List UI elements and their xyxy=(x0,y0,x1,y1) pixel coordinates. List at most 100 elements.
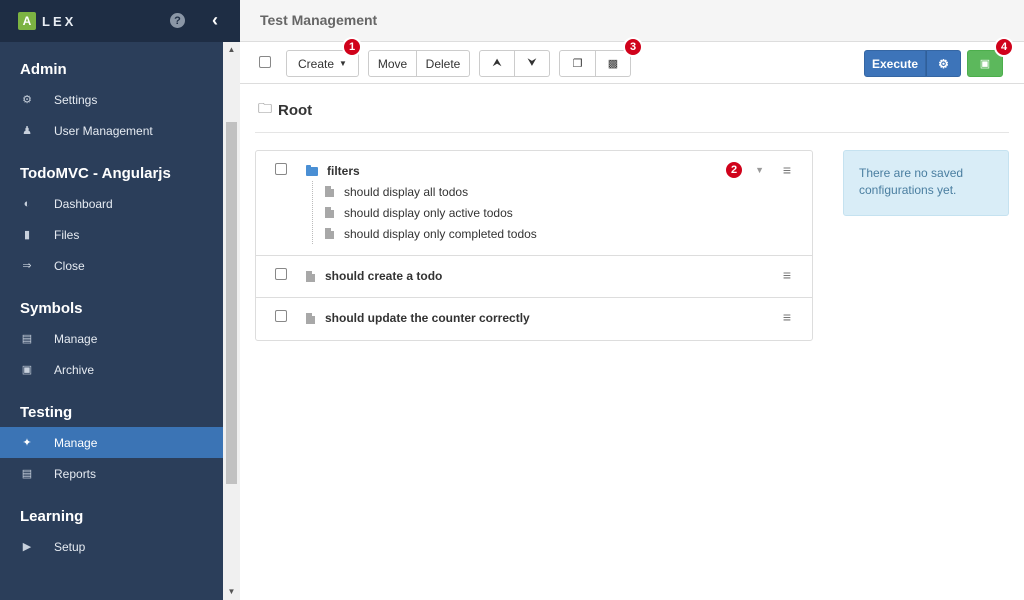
list-item: should create a todo ≡ xyxy=(256,256,812,298)
collapse-sidebar-icon[interactable]: ‹ xyxy=(212,10,218,31)
brand-bar: A LEX ? ‹ xyxy=(0,0,240,42)
list-item: filters 2 ▼ ≡ should display all todos s… xyxy=(256,151,812,256)
row-checkbox[interactable] xyxy=(275,163,287,175)
logo-text: LEX xyxy=(42,13,77,29)
sidebar-item-symbols-manage[interactable]: ▤ Manage xyxy=(0,323,223,354)
sidebar-item-label: Setup xyxy=(54,539,86,554)
download-icon: ⮟ xyxy=(527,57,537,69)
child-test-link[interactable]: should display all todos xyxy=(325,181,537,202)
child-title: should display all todos xyxy=(344,184,469,199)
move-button[interactable]: Move xyxy=(368,50,417,77)
caret-down-icon: ▼ xyxy=(339,59,347,68)
execute-settings-button[interactable]: ⚙ xyxy=(926,50,961,77)
list-icon: ▤ xyxy=(21,468,33,480)
sidebar-item-label: Dashboard xyxy=(54,196,113,211)
file-icon xyxy=(325,207,334,218)
logo-icon: A xyxy=(18,12,36,30)
paste-icon: ▩ xyxy=(607,58,619,70)
sidebar: A LEX ? ‹ Admin ⚙ Settings ♟ User Manage… xyxy=(0,0,240,600)
section-title: TodoMVC - Angularjs xyxy=(20,165,171,182)
help-icon[interactable]: ? xyxy=(170,13,185,28)
child-test-link[interactable]: should display only completed todos xyxy=(325,223,537,244)
sidebar-section-learning: Learning ▶ Setup xyxy=(0,503,223,562)
file-icon xyxy=(325,228,334,239)
divider xyxy=(255,132,1009,133)
row-checkbox[interactable] xyxy=(275,268,287,280)
sidebar-item-label: Archive xyxy=(54,362,95,377)
sidebar-item-settings[interactable]: ⚙ Settings xyxy=(0,84,223,115)
caret-down-icon[interactable]: ▼ xyxy=(755,165,764,175)
play-icon: ▶ xyxy=(22,541,32,553)
file-icon xyxy=(306,270,315,282)
section-title: Admin xyxy=(20,61,67,78)
row-title: should update the counter correctly xyxy=(325,311,530,325)
section-title: Learning xyxy=(20,508,84,525)
sidebar-item-dashboard[interactable]: ◐ Dashboard xyxy=(0,188,223,219)
wrench-icon: ✦ xyxy=(22,437,32,449)
copy-button[interactable]: ❐ xyxy=(559,50,596,77)
sidebar-item-label: Settings xyxy=(54,92,98,107)
test-link[interactable]: should update the counter correctly xyxy=(306,311,530,325)
row-checkbox[interactable] xyxy=(275,310,287,322)
scrollbar-thumb[interactable] xyxy=(226,122,237,484)
sidebar-item-label: Manage xyxy=(54,435,98,450)
page-title: Test Management xyxy=(240,0,1024,42)
child-test-link[interactable]: should display only active todos xyxy=(325,202,537,223)
download-button[interactable]: ⮟ xyxy=(515,50,550,77)
users-icon: ♟ xyxy=(22,125,32,137)
test-tree: filters 2 ▼ ≡ should display all todos s… xyxy=(255,150,813,341)
sign-out-icon: ⇒ xyxy=(22,260,32,272)
file-icon xyxy=(306,312,315,324)
sidebar-item-reports[interactable]: ▤ Reports xyxy=(0,458,223,489)
annotation-badge: 4 xyxy=(994,37,1014,57)
sidebar-item-label: Reports xyxy=(54,466,97,481)
annotation-badge: 1 xyxy=(342,37,362,57)
sidebar-item-setup[interactable]: ▶ Setup xyxy=(0,531,223,562)
sidebar-item-label: Files xyxy=(54,227,80,242)
sidebar-item-files[interactable]: ▮ Files xyxy=(0,219,223,250)
copy-icon: ❐ xyxy=(572,58,583,70)
row-title: filters xyxy=(327,164,360,178)
upload-button[interactable]: ⮝ xyxy=(479,50,515,77)
gear-icon: ⚙ xyxy=(938,56,949,71)
upload-icon: ⮝ xyxy=(492,57,502,69)
child-title: should display only completed todos xyxy=(344,226,537,241)
sidebar-scrollbar[interactable]: ▲ ▼ xyxy=(223,42,240,600)
file-icon xyxy=(325,186,334,197)
folder-icon xyxy=(306,164,318,176)
list-icon: ▤ xyxy=(21,333,33,345)
list-item: should update the counter correctly ≡ xyxy=(256,298,812,340)
sidebar-item-user-management[interactable]: ♟ User Management xyxy=(0,115,223,146)
delete-button[interactable]: Delete xyxy=(417,50,470,77)
menu-icon[interactable]: ≡ xyxy=(783,162,791,178)
section-title: Testing xyxy=(20,404,73,421)
file-icon: ▮ xyxy=(23,229,31,241)
sidebar-nav: Admin ⚙ Settings ♟ User Management TodoM… xyxy=(0,42,223,600)
child-list: should display all todos should display … xyxy=(312,181,537,244)
sidebar-section-testing: Testing ✦ Manage ▤ Reports xyxy=(0,399,223,489)
sidebar-item-close[interactable]: ⇒ Close xyxy=(0,250,223,281)
scroll-up-icon[interactable]: ▲ xyxy=(223,42,240,58)
sidebar-section-admin: Admin ⚙ Settings ♟ User Management xyxy=(0,56,223,146)
sidebar-item-label: User Management xyxy=(54,123,153,138)
sidebar-section-symbols: Symbols ▤ Manage ▣ Archive xyxy=(0,295,223,385)
annotation-badge: 3 xyxy=(623,37,643,57)
test-link[interactable]: should create a todo xyxy=(306,269,442,283)
breadcrumb: 🗀 Root xyxy=(258,98,312,122)
menu-icon[interactable]: ≡ xyxy=(783,267,791,283)
annotation-badge: 2 xyxy=(724,160,744,180)
sidebar-item-archive[interactable]: ▣ Archive xyxy=(0,354,223,385)
scroll-down-icon[interactable]: ▼ xyxy=(223,584,240,600)
select-all-checkbox[interactable] xyxy=(259,56,271,68)
info-alert: There are no saved configurations yet. xyxy=(843,150,1009,216)
main-content: Test Management Create ▼ 1 Move Delete ⮝… xyxy=(240,0,1024,600)
folder-link[interactable]: filters xyxy=(306,164,360,178)
menu-icon[interactable]: ≡ xyxy=(783,309,791,325)
sidebar-item-label: Manage xyxy=(54,331,98,346)
section-title: Symbols xyxy=(20,300,83,317)
save-icon: ▣ xyxy=(979,58,991,70)
root-label: Root xyxy=(278,101,313,119)
sidebar-item-testing-manage[interactable]: ✦ Manage xyxy=(0,427,223,458)
child-title: should display only active todos xyxy=(344,205,513,220)
execute-button[interactable]: Execute xyxy=(864,50,926,77)
